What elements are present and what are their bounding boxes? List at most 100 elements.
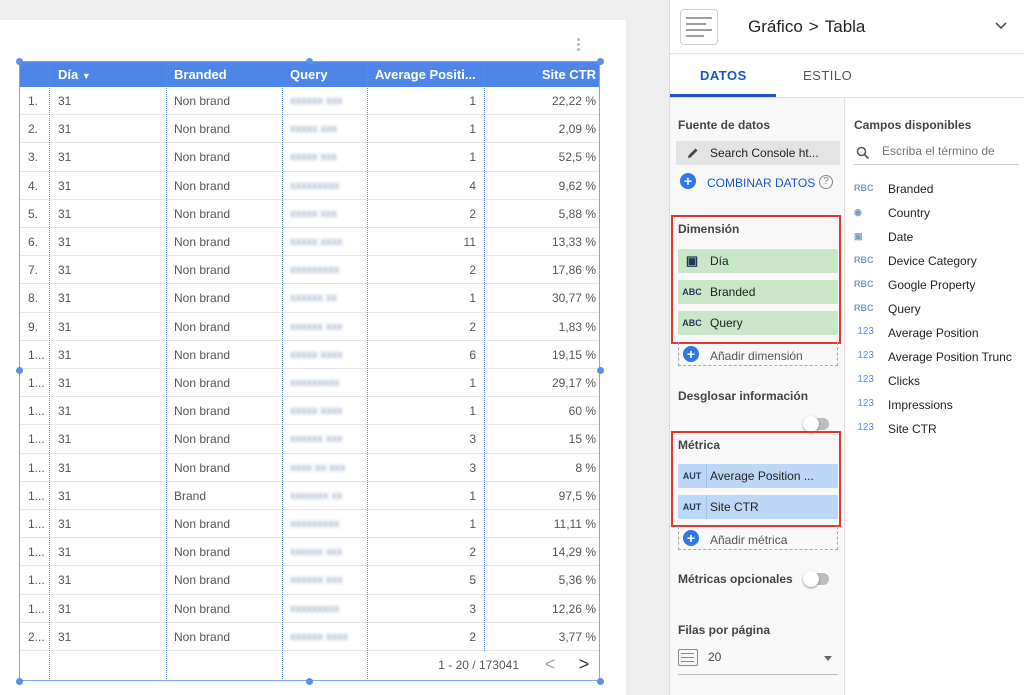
previous-page-button[interactable]: < <box>541 654 559 674</box>
table-chart-type-icon[interactable] <box>680 9 718 45</box>
metric-chip-site-ctr[interactable]: AUT Site CTR <box>678 495 838 519</box>
available-field-clicks[interactable]: 123 Clicks <box>854 370 1024 392</box>
metric-chip-average-position[interactable]: AUT Average Position ... <box>678 464 838 488</box>
add-metric-button[interactable]: Añadir métrica <box>710 533 787 547</box>
available-field-country[interactable]: ◉ Country <box>854 202 1024 224</box>
dimension-chip-dia[interactable]: ▣ Día <box>678 249 838 273</box>
field-search-input[interactable] <box>882 144 1016 158</box>
column-divider[interactable] <box>367 62 368 679</box>
available-field-device-category[interactable]: RBC Device Category <box>854 250 1024 272</box>
cell-n: 4. <box>28 178 39 193</box>
resize-handle[interactable] <box>16 367 23 374</box>
cell-query: xxxxxx xxx <box>290 433 343 446</box>
resize-handle[interactable] <box>16 58 23 65</box>
table-row[interactable]: 1... 31 Non brand xxxxxxxxx 1 11,11 % <box>20 510 599 539</box>
dimension-chip-query[interactable]: ABC Query <box>678 311 838 335</box>
cell-branded: Non brand <box>174 178 231 193</box>
resize-handle[interactable] <box>597 58 604 65</box>
resize-handle[interactable] <box>597 678 604 685</box>
cell-dia: 31 <box>58 404 72 419</box>
table-row[interactable]: 1... 31 Non brand xxxxx xxxx 6 19,15 % <box>20 341 599 369</box>
available-field-branded[interactable]: RBC Branded <box>854 178 1024 200</box>
column-header-branded[interactable]: Branded <box>174 62 284 87</box>
table-row[interactable]: 3. 31 Non brand xxxxx xxx 1 52,5 % <box>20 143 599 172</box>
add-dimension-button[interactable]: Añadir dimensión <box>710 349 803 363</box>
cell-n: 1... <box>28 488 45 503</box>
table-row[interactable]: 1... 31 Non brand xxxxxx xxx 5 5,36 % <box>20 566 599 595</box>
column-divider[interactable] <box>484 62 485 651</box>
add-icon[interactable]: + <box>683 530 699 546</box>
table-row[interactable]: 1. 31 Non brand xxxxxx xxx 1 22,22 % <box>20 87 599 116</box>
available-field-site-ctr[interactable]: 123 Site CTR <box>854 418 1024 440</box>
table-row[interactable]: 1... 31 Non brand xxxx xx xxx 3 8 % <box>20 454 599 482</box>
calendar-icon: ▣ <box>685 253 699 268</box>
available-field-impressions[interactable]: 123 Impressions <box>854 394 1024 416</box>
resize-handle[interactable] <box>16 678 23 685</box>
table-row[interactable]: 7. 31 Non brand xxxxxxxxx 2 17,86 % <box>20 256 599 285</box>
pencil-icon[interactable] <box>686 146 700 160</box>
add-icon[interactable]: + <box>683 346 699 362</box>
column-header-average-position[interactable]: Average Positi... <box>375 62 485 87</box>
cell-ctr: 3,77 % <box>558 629 596 644</box>
cell-query: xxxxxxxxx <box>290 264 340 277</box>
data-source-selector[interactable]: Search Console ht... <box>676 141 840 165</box>
cell-ctr: 29,17 % <box>551 376 596 390</box>
aggregation-auto-icon[interactable]: AUT <box>678 495 706 519</box>
available-field-query[interactable]: RBC Query <box>854 298 1024 320</box>
breadcrumb-table[interactable]: Tabla <box>825 17 866 36</box>
breadcrumb-chart[interactable]: Gráfico <box>748 17 803 36</box>
column-divider[interactable] <box>282 62 283 679</box>
column-divider[interactable] <box>49 62 50 679</box>
cell-branded: Non brand <box>174 460 231 475</box>
cell-branded: Non brand <box>174 122 231 137</box>
resize-handle[interactable] <box>306 58 313 65</box>
table-row[interactable]: 4. 31 Non brand xxxxxxxxx 4 9,62 % <box>20 172 599 200</box>
table-row[interactable]: 1... 31 Brand xxxxxxx xx 1 97,5 % <box>20 482 599 510</box>
aggregation-auto-icon[interactable]: AUT <box>678 464 706 488</box>
table-row[interactable]: 1... 31 Non brand xxxxx xxxx 1 60 % <box>20 397 599 426</box>
add-icon[interactable]: + <box>680 173 696 189</box>
resize-handle[interactable] <box>306 678 313 685</box>
table-chart[interactable]: Día ▼ Branded Query Average Positi... Si… <box>19 61 600 681</box>
cell-ctr: 9,62 % <box>558 178 596 193</box>
table-row[interactable]: 8. 31 Non brand xxxxxx xx 1 30,77 % <box>20 284 599 313</box>
table-row[interactable]: 1... 31 Non brand xxxxxxxxx 3 12,26 % <box>20 595 599 623</box>
cell-query: xxxxxxxxx <box>290 179 340 192</box>
table-row[interactable]: 2... 31 Non brand xxxxxx xxxx 2 3,77 % <box>20 623 599 651</box>
rows-per-page-select[interactable]: 20 <box>678 645 838 675</box>
cell-query: xxxx xx xxx <box>290 461 346 474</box>
table-row[interactable]: 1... 31 Non brand xxxxxx xxx 3 15 % <box>20 425 599 454</box>
report-canvas: Día ▼ Branded Query Average Positi... Si… <box>0 0 650 695</box>
chart-menu-icon[interactable] <box>574 38 582 54</box>
field-label: Average Position <box>888 326 979 340</box>
table-row[interactable]: 1... 31 Non brand xxxxxx xxx 2 14,29 % <box>20 538 599 567</box>
column-divider[interactable] <box>166 62 167 679</box>
column-header-dia[interactable]: Día ▼ <box>58 62 158 87</box>
dimension-chip-branded[interactable]: ABC Branded <box>678 280 838 304</box>
resize-handle[interactable] <box>597 367 604 374</box>
chevron-down-icon[interactable] <box>994 19 1008 33</box>
next-page-button[interactable]: > <box>575 654 593 674</box>
column-header-site-ctr[interactable]: Site CTR <box>490 62 596 87</box>
cell-query: xxxxx xxx <box>290 151 338 164</box>
tab-data[interactable]: DATOS <box>700 68 747 83</box>
available-field-date[interactable]: ▣ Date <box>854 226 1024 248</box>
optional-metrics-toggle[interactable] <box>803 571 829 587</box>
metric-label: Average Position ... <box>710 469 814 483</box>
text-type-icon: ABC <box>682 318 702 328</box>
column-header-query[interactable]: Query <box>290 62 370 87</box>
cell-branded: Non brand <box>174 150 231 165</box>
blend-data-button[interactable]: COMBINAR DATOS <box>707 176 815 190</box>
tab-style[interactable]: ESTILO <box>803 68 852 83</box>
table-row[interactable]: 2. 31 Non brand xxxxx xxx 1 2,09 % <box>20 115 599 144</box>
cell-pos: 1 <box>469 150 476 165</box>
available-field-average-position-trunc[interactable]: 123 Average Position Trunc <box>854 346 1024 368</box>
table-row[interactable]: 1... 31 Non brand xxxxxxxxx 1 29,17 % <box>20 369 599 398</box>
available-field-average-position[interactable]: 123 Average Position <box>854 322 1024 344</box>
table-row[interactable]: 5. 31 Non brand xxxxx xxx 2 5,88 % <box>20 200 599 228</box>
table-row[interactable]: 6. 31 Non brand xxxxx xxxx 11 13,33 % <box>20 228 599 257</box>
available-field-google-property[interactable]: RBC Google Property <box>854 274 1024 296</box>
table-row[interactable]: 9. 31 Non brand xxxxxx xxx 2 1,83 % <box>20 313 599 341</box>
help-icon[interactable]: ? <box>819 175 833 189</box>
drilldown-toggle[interactable] <box>803 416 829 432</box>
